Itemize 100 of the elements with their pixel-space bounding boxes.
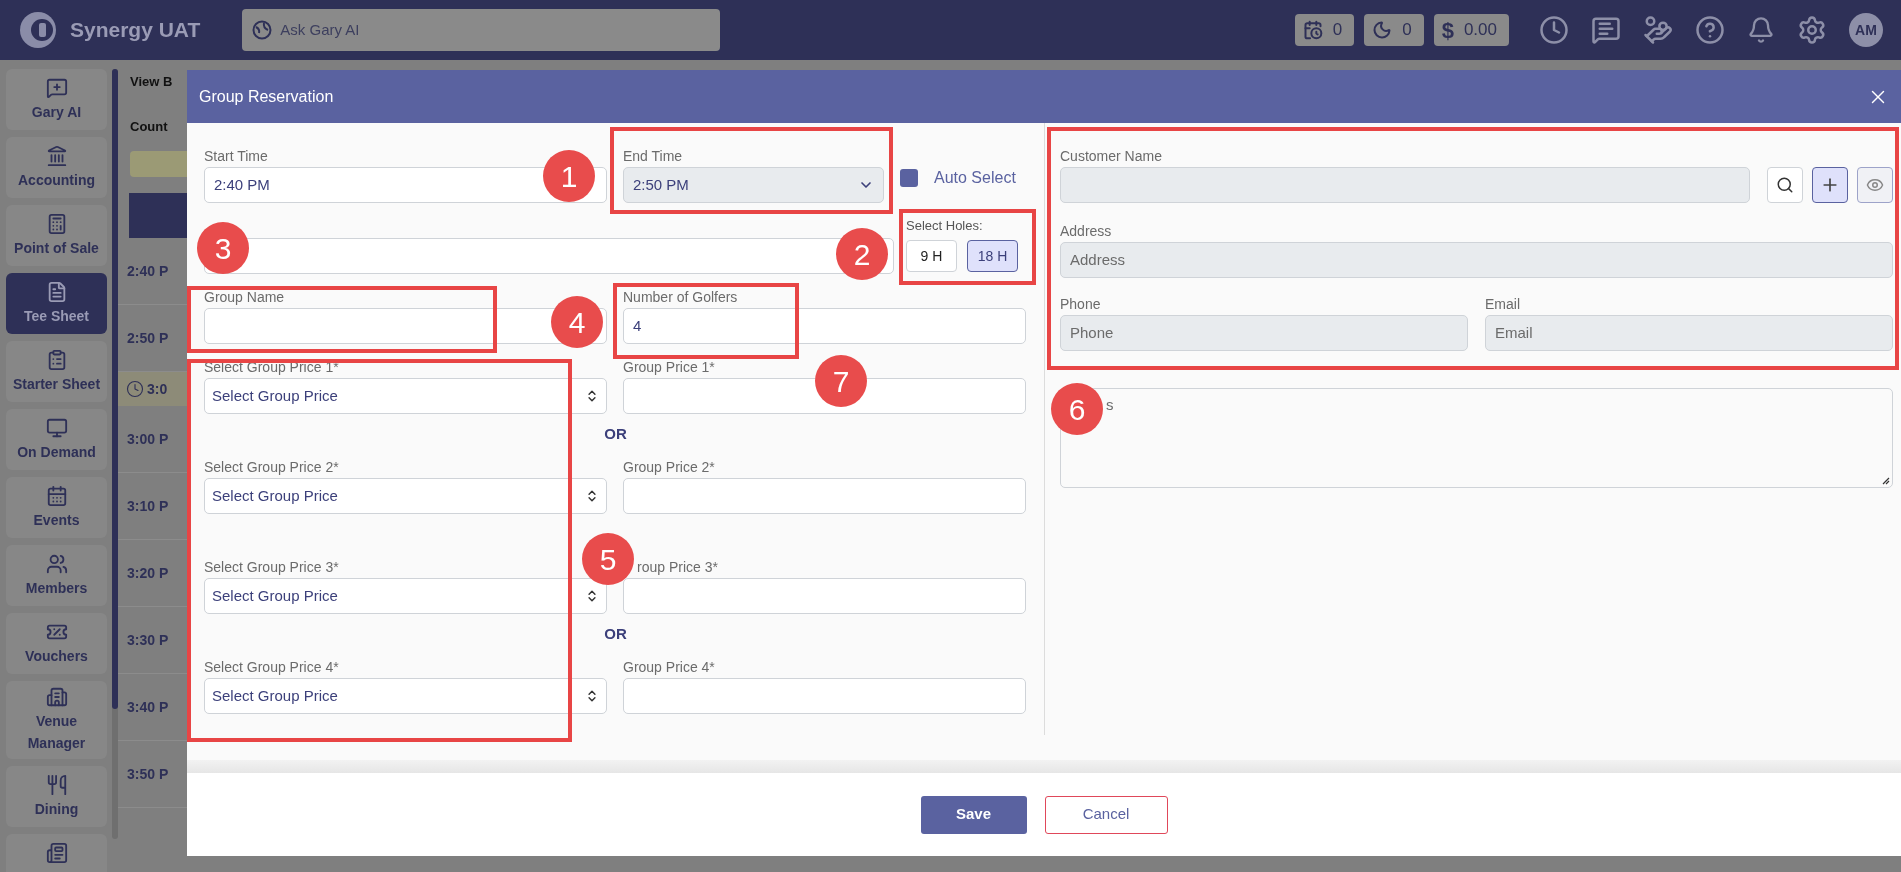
moon-icon <box>1372 20 1393 40</box>
annotation-marker: 3 <box>197 222 249 274</box>
banner <box>130 151 187 177</box>
sidebar-item[interactable]: Venue Manager <box>6 681 107 759</box>
sort-arrows-icon <box>585 389 599 403</box>
or-divider-text: OR <box>604 624 627 645</box>
time-slot: 3:40 P <box>127 696 169 718</box>
field-label: End Time <box>623 147 684 166</box>
sidebar-item[interactable]: Accounting <box>6 137 107 198</box>
sort-arrows-icon <box>585 589 599 603</box>
sidebar-item[interactable]: Dining <box>6 766 107 827</box>
sidebar-item[interactable] <box>6 834 107 872</box>
time-slot: 3:20 P <box>127 562 169 584</box>
field-label: Group Price 1* <box>623 358 716 377</box>
price-field[interactable] <box>623 578 1026 614</box>
app-name: Synergy UAT <box>70 17 201 44</box>
field-label: Phone <box>1060 295 1102 314</box>
field-label: roup Price 3* <box>636 558 719 577</box>
search-button[interactable] <box>1767 167 1803 203</box>
field-label: Address <box>1060 222 1113 241</box>
save-button[interactable]: Save <box>920 795 1027 834</box>
scrollbar[interactable] <box>112 69 118 839</box>
field-label: Customer Name <box>1060 147 1163 166</box>
resize-handle-icon <box>1882 477 1890 485</box>
sidebar-item[interactable]: Point of Sale <box>6 205 107 266</box>
utensils-icon <box>45 773 68 796</box>
coins-hand-icon[interactable] <box>1643 15 1673 45</box>
monitor-icon <box>45 416 68 439</box>
price-field[interactable] <box>623 678 1026 714</box>
field-label: Start Time <box>204 147 269 166</box>
sort-arrows-icon <box>585 689 599 703</box>
price-select[interactable]: Select Group Price <box>204 578 607 614</box>
annotation-marker: 4 <box>551 296 603 348</box>
add-button[interactable] <box>1812 167 1848 203</box>
newspaper-icon <box>45 842 68 864</box>
globe-icon <box>252 20 273 40</box>
clock-icon[interactable] <box>1539 15 1569 45</box>
time-slot: 2:50 P <box>127 327 169 349</box>
view-label: View B <box>130 73 174 91</box>
field-label: Group Price 4* <box>623 658 716 677</box>
time-slot: 3:10 P <box>127 495 169 517</box>
users-icon <box>45 552 68 575</box>
time-slot: 3:50 P <box>127 763 169 785</box>
time-slot: 2:40 P <box>127 260 169 282</box>
eye-icon <box>1866 176 1884 194</box>
sidebar-item[interactable]: Gary AI <box>6 69 107 130</box>
modal-title: Group Reservation <box>199 86 334 107</box>
search-icon <box>1776 176 1794 194</box>
avatar[interactable]: AM <box>1849 13 1883 47</box>
annotation-marker: 7 <box>815 355 867 407</box>
field-label: Select Holes: <box>906 217 984 235</box>
sidebar-item[interactable]: Members <box>6 545 107 606</box>
table-header <box>129 193 187 238</box>
count-label: Count <box>130 117 169 136</box>
logo-icon <box>18 10 58 50</box>
settings-icon[interactable] <box>1797 15 1827 45</box>
field-label: Group Name <box>204 288 286 307</box>
field-label: Email <box>1485 295 1521 314</box>
or-divider-text: OR <box>604 424 627 445</box>
sidebar-item[interactable]: Starter Sheet <box>6 341 107 402</box>
calendar-clock-icon <box>1302 20 1323 40</box>
building-icon <box>45 686 68 708</box>
price-select[interactable]: Select Group Price <box>204 478 607 514</box>
help-icon[interactable] <box>1695 15 1725 45</box>
field-label: Select Group Price 3* <box>204 558 340 577</box>
checkbox[interactable] <box>900 169 918 187</box>
counter-badge[interactable]: 0 <box>1364 14 1424 46</box>
sidebar-item[interactable]: Tee Sheet <box>6 273 107 334</box>
calendar-icon <box>45 484 68 507</box>
chat-plus-icon <box>45 76 68 99</box>
holes-toggle[interactable]: 9 H <box>906 240 957 272</box>
current-time-row: 3:0 <box>118 372 187 406</box>
sidebar-item[interactable]: Vouchers <box>6 613 107 674</box>
field-label: Group Price 2* <box>623 458 716 477</box>
counter-badge[interactable]: 0 <box>1294 14 1355 46</box>
annotation-marker: 1 <box>543 150 595 202</box>
time-slot: 3:30 P <box>127 629 169 651</box>
price-select[interactable]: Select Group Price <box>204 378 607 414</box>
field-label: Select Group Price 4* <box>204 658 340 677</box>
search-field[interactable]: Ask Gary AI <box>242 9 721 51</box>
field-label: Number of Golfers <box>623 288 739 307</box>
price-field[interactable] <box>623 478 1026 514</box>
chat-icon[interactable] <box>1591 15 1621 45</box>
bell-icon[interactable] <box>1747 16 1775 44</box>
time-slot: 3:00 P <box>127 428 169 450</box>
annotation-marker: 5 <box>582 533 634 585</box>
price-select[interactable]: Select Group Price <box>204 678 607 714</box>
checkbox-label: Auto Select <box>934 168 1016 188</box>
holes-toggle[interactable]: 18 H <box>967 240 1018 272</box>
sidebar-item[interactable]: On Demand <box>6 409 107 470</box>
sidebar-item[interactable]: Events <box>6 477 107 538</box>
annotation-marker: 2 <box>836 228 888 280</box>
golfers-field[interactable]: 4 <box>623 308 1026 344</box>
bank-icon <box>45 144 68 167</box>
field-label: Select Group Price 2* <box>204 458 340 477</box>
sort-arrows-icon <box>585 489 599 503</box>
annotation-marker: 6 <box>1051 383 1103 435</box>
cancel-button[interactable]: Cancel <box>1044 795 1168 834</box>
view-button[interactable] <box>1857 167 1893 203</box>
counter-badge[interactable]: $ 0.00 <box>1433 14 1509 46</box>
